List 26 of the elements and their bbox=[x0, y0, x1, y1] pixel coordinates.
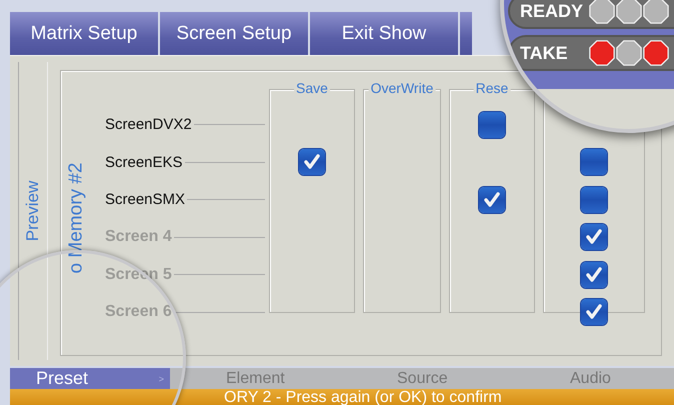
tab[interactable]: Screen Setup bbox=[160, 12, 308, 55]
check-icon bbox=[584, 264, 604, 285]
column-label: Audio bbox=[570, 370, 611, 388]
checkbox[interactable] bbox=[581, 186, 607, 213]
column-heading: OverWrite bbox=[368, 80, 436, 96]
group-label: o Memory #2 bbox=[65, 162, 87, 274]
checkbox[interactable] bbox=[479, 112, 505, 138]
preview-label: Preview bbox=[23, 180, 43, 242]
checkbox[interactable] bbox=[479, 186, 505, 213]
preset-tab[interactable]: Preset > bbox=[10, 368, 170, 389]
indicator-label: TAKE bbox=[520, 42, 569, 64]
tab[interactable]: Exit Show bbox=[310, 12, 458, 55]
screen-label: ScreenDVX2 bbox=[105, 116, 192, 134]
checkbox[interactable] bbox=[581, 149, 607, 176]
screen-label: ScreenEKS bbox=[105, 154, 183, 171]
screen-label: Screen 4 bbox=[105, 228, 172, 246]
checkbox[interactable] bbox=[299, 149, 325, 176]
column-heading: Save bbox=[294, 80, 330, 96]
status-message: ORY 2 - Press again (or OK) to confirm bbox=[224, 389, 502, 405]
check-icon bbox=[482, 190, 502, 210]
screen-label: ScreenSMX bbox=[105, 191, 186, 208]
column-label: Element bbox=[226, 370, 285, 388]
column-label: Source bbox=[397, 370, 448, 388]
tab[interactable]: Matrix Setup bbox=[10, 12, 158, 55]
screen-label: Screen 6 bbox=[105, 303, 172, 322]
indicator-label: READY bbox=[520, 0, 584, 22]
